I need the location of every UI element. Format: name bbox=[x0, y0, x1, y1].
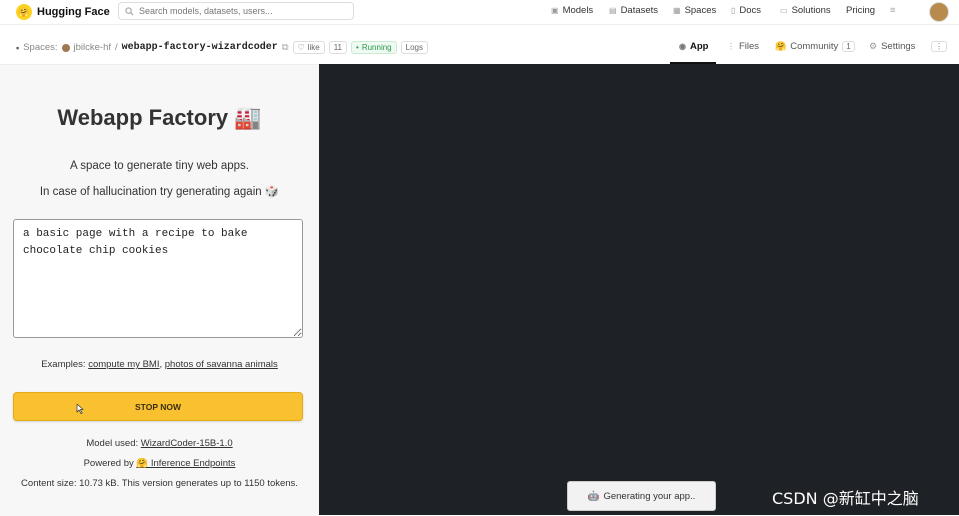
breadcrumb: ▪ Spaces: jbilcke-hf / webapp-factory-wi… bbox=[16, 41, 428, 54]
heart-icon: ♡ bbox=[297, 43, 305, 52]
community-badge: 1 bbox=[842, 41, 855, 52]
tab-app[interactable]: ◉ App bbox=[679, 41, 708, 52]
robot-icon: 🤖 bbox=[587, 490, 600, 502]
breadcrumb-separator: / bbox=[115, 42, 118, 53]
nav-datasets[interactable]: ▤ Datasets bbox=[609, 5, 658, 16]
nav-solutions-label: Solutions bbox=[791, 5, 831, 16]
powered-label: Powered by bbox=[83, 458, 134, 469]
examples-label: Examples: bbox=[41, 359, 86, 370]
example-bmi-link[interactable]: compute my BMI bbox=[88, 359, 159, 370]
app-hint: In case of hallucination try generating … bbox=[39, 186, 280, 198]
user-avatar[interactable] bbox=[929, 2, 949, 22]
nav-pricing[interactable]: Pricing bbox=[846, 5, 875, 16]
nav-docs-label: Docs bbox=[739, 5, 762, 16]
logs-button[interactable]: Logs bbox=[400, 41, 428, 54]
like-count: 11 bbox=[328, 41, 347, 54]
search-input[interactable] bbox=[139, 6, 339, 16]
nav-models[interactable]: ▣ Models bbox=[551, 5, 593, 16]
examples-row: Examples: compute my BMI, photos of sava… bbox=[0, 359, 319, 370]
status-badge: • Running bbox=[351, 41, 397, 54]
space-header: ▪ Spaces: jbilcke-hf / webapp-factory-wi… bbox=[0, 36, 959, 60]
nav-docs[interactable]: ▯ Docs bbox=[731, 5, 761, 16]
nav-pricing-label: Pricing bbox=[846, 5, 876, 16]
example-savanna-link[interactable]: photos of savanna animals bbox=[165, 359, 278, 370]
community-icon: 🤗 bbox=[775, 41, 787, 51]
database-icon: ▤ bbox=[609, 6, 617, 15]
generating-toast: 🤖 Generating your app.. bbox=[567, 481, 716, 511]
examples-separator: , bbox=[159, 359, 163, 370]
tab-app-label: App bbox=[689, 41, 709, 52]
app-preview-area bbox=[319, 64, 959, 515]
search-box[interactable] bbox=[118, 2, 354, 20]
owner-link[interactable]: jbilcke-hf bbox=[74, 42, 112, 53]
gear-icon: ⚙ bbox=[869, 41, 878, 51]
logs-label: Logs bbox=[405, 43, 423, 52]
spaces-icon: ▪ bbox=[16, 42, 20, 53]
content-size: Content size: 10.73 kB. This version gen… bbox=[21, 478, 298, 489]
csdn-watermark: CSDN @新缸中之脑 bbox=[772, 489, 919, 508]
status-label: Running bbox=[361, 43, 392, 52]
stop-now-button[interactable]: STOP NOW bbox=[13, 392, 303, 421]
tab-settings-label: Settings bbox=[881, 41, 916, 52]
hugging-face-icon: 🤗 bbox=[16, 4, 32, 20]
powered-by: Powered by 🤗 Inference Endpoints bbox=[0, 458, 319, 469]
spaces-label: Spaces: bbox=[23, 42, 58, 53]
grid-icon: ▦ bbox=[673, 6, 681, 15]
nav-models-label: Models bbox=[562, 5, 594, 16]
tab-community[interactable]: 🤗 Community 1 bbox=[775, 41, 855, 52]
top-navbar: 🤗 Hugging Face ▣ Models ▤ Datasets ▦ Spa… bbox=[0, 0, 959, 25]
cube-icon: ▣ bbox=[551, 6, 559, 15]
nav-datasets-label: Datasets bbox=[620, 5, 659, 16]
search-icon bbox=[125, 6, 134, 16]
model-link[interactable]: WizardCoder-15B-1.0 bbox=[141, 438, 233, 449]
logo-text: Hugging Face bbox=[37, 6, 110, 18]
inference-endpoints-link[interactable]: 🤗 Inference Endpoints bbox=[136, 458, 235, 469]
nav-solutions[interactable]: ▭ Solutions bbox=[780, 5, 831, 16]
owner-avatar-icon bbox=[61, 43, 70, 52]
kebab-icon: ⋮ bbox=[931, 41, 947, 52]
briefcase-icon: ▭ bbox=[780, 6, 788, 15]
tab-settings[interactable]: ⚙ Settings bbox=[869, 41, 915, 52]
app-subtitle: A space to generate tiny web apps. bbox=[69, 160, 249, 172]
files-icon: ⋮ bbox=[727, 42, 735, 51]
toast-text: Generating your app.. bbox=[603, 490, 696, 502]
prompt-textarea[interactable] bbox=[13, 219, 303, 338]
like-button[interactable]: ♡ like bbox=[292, 41, 325, 54]
nav-spaces[interactable]: ▦ Spaces bbox=[673, 5, 716, 16]
app-icon: ◉ bbox=[679, 42, 686, 51]
running-dot-icon: • bbox=[356, 43, 359, 52]
repo-name[interactable]: webapp-factory-wizardcoder bbox=[122, 42, 278, 53]
more-options-button[interactable]: ⋮ bbox=[931, 41, 947, 52]
more-menu-button[interactable]: ≡ bbox=[890, 5, 896, 16]
tab-files-label: Files bbox=[739, 41, 760, 52]
copy-icon[interactable]: ⧉ bbox=[282, 42, 289, 53]
mouse-cursor-icon bbox=[76, 404, 84, 414]
app-title: Webapp Factory 🏭 bbox=[57, 105, 262, 130]
app-control-panel: Webapp Factory 🏭 A space to generate tin… bbox=[0, 64, 319, 516]
model-used: Model used: WizardCoder-15B-1.0 bbox=[0, 438, 319, 449]
model-label: Model used: bbox=[86, 438, 139, 449]
doc-icon: ▯ bbox=[731, 6, 736, 15]
hf-logo[interactable]: 🤗 Hugging Face bbox=[16, 4, 110, 20]
tab-community-label: Community bbox=[790, 41, 839, 52]
tab-files[interactable]: ⋮ Files bbox=[727, 41, 759, 52]
nav-spaces-label: Spaces bbox=[684, 5, 717, 16]
menu-icon: ≡ bbox=[890, 5, 896, 16]
like-label: like bbox=[307, 43, 320, 52]
